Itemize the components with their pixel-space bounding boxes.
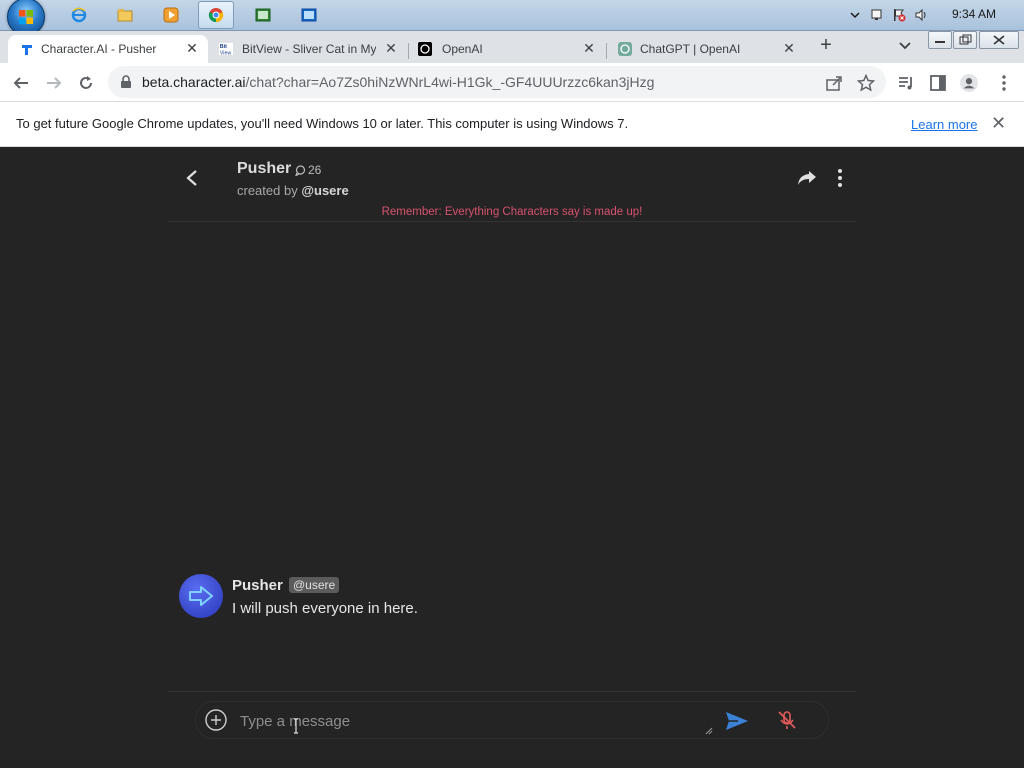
composer-divider — [168, 691, 856, 692]
mic-muted-icon[interactable] — [776, 709, 798, 731]
character-avatar[interactable] — [179, 574, 223, 618]
back-chevron-icon[interactable] — [184, 169, 200, 187]
windows-taskbar: 9:34 AM — [0, 0, 1024, 36]
tab-openai[interactable]: OpenAI ✕ — [409, 35, 605, 63]
lock-icon[interactable] — [120, 75, 132, 89]
push-arrow-icon — [189, 586, 213, 606]
url-path: /chat?char=Ao7Zs0hiNzWNrL4wi-H1Gk_-GF4UU… — [245, 74, 655, 90]
tab-character-ai[interactable]: Character.AI - Pusher ✕ — [8, 35, 208, 63]
tab-strip: Character.AI - Pusher ✕ Bit View BitView … — [0, 31, 1024, 63]
svg-text:View: View — [220, 50, 231, 56]
tab-label: ChatGPT | OpenAI — [640, 42, 741, 56]
tab-label: BitView - Sliver Cat in My — [242, 42, 376, 56]
add-circle-icon[interactable] — [205, 709, 227, 731]
message-composer — [195, 701, 829, 739]
app-icon-2[interactable] — [292, 2, 326, 28]
show-hidden-icons-icon[interactable] — [848, 8, 862, 22]
close-icon — [993, 35, 1005, 45]
text-cursor-icon — [294, 718, 298, 734]
message-input[interactable] — [238, 709, 712, 733]
url-host: beta.character.ai — [142, 74, 246, 90]
action-center-flag-icon[interactable] — [892, 8, 906, 22]
volume-icon[interactable] — [914, 8, 928, 22]
chrome-menu-icon[interactable] — [995, 74, 1013, 92]
resize-grip-icon[interactable] — [705, 727, 713, 735]
bitview-favicon: BitView — [219, 42, 233, 56]
restore-button[interactable] — [953, 31, 977, 49]
chat-page: Pusher 26 created by @usere Remember: Ev… — [0, 147, 1024, 768]
tab-bitview[interactable]: Bit View BitView - Sliver Cat in My ✕ — [209, 35, 407, 63]
chat-count-value: 26 — [308, 163, 322, 177]
tab-close-icon[interactable]: ✕ — [581, 40, 597, 56]
tab-search-chevron-icon[interactable] — [897, 37, 913, 53]
creator-handle[interactable]: @usere — [301, 183, 348, 198]
restore-icon — [959, 34, 972, 45]
infobar-close-icon[interactable]: ✕ — [991, 113, 1006, 134]
disclaimer-text: Remember: Everything Characters say is m… — [381, 206, 643, 218]
chat-bubble-icon — [294, 165, 306, 177]
tab-close-icon[interactable]: ✕ — [781, 40, 797, 56]
chatgpt-favicon — [618, 42, 632, 56]
created-by: created by @usere — [237, 183, 349, 198]
profile-avatar-icon[interactable] — [960, 74, 978, 92]
openai-favicon — [418, 42, 432, 56]
chrome-taskbar-icon[interactable] — [198, 1, 234, 29]
side-panel-icon[interactable] — [929, 74, 947, 92]
browser-toolbar: beta.character.ai/chat?char=Ao7Zs0hiNzWN… — [0, 63, 1024, 102]
learn-more-link[interactable]: Learn more — [911, 117, 977, 132]
reload-icon[interactable] — [77, 74, 95, 92]
share-page-icon[interactable] — [825, 74, 843, 92]
system-tray: 9:34 AM — [834, 0, 1024, 30]
minimize-icon — [935, 41, 945, 43]
share-icon[interactable] — [796, 169, 818, 187]
tab-close-icon[interactable]: ✕ — [383, 40, 399, 56]
app-icon-1[interactable] — [246, 2, 280, 28]
tab-label: OpenAI — [442, 42, 483, 56]
url-text: beta.character.ai/chat?char=Ao7Zs0hiNzWN… — [142, 74, 654, 90]
minimize-button[interactable] — [928, 31, 952, 49]
windows-flag-icon — [19, 10, 33, 24]
network-icon[interactable] — [870, 8, 884, 22]
character-name: Pusher — [237, 160, 292, 177]
file-explorer-icon[interactable] — [108, 2, 142, 28]
created-prefix: created by — [237, 183, 298, 198]
back-arrow-icon[interactable] — [12, 74, 30, 92]
chat-column: Pusher 26 created by @usere Remember: Ev… — [168, 147, 856, 768]
clock[interactable]: 9:34 AM — [952, 7, 996, 21]
forward-arrow-icon[interactable] — [45, 74, 63, 92]
more-options-icon[interactable] — [836, 168, 844, 188]
infobar-message: To get future Google Chrome updates, you… — [16, 116, 629, 131]
bookmark-star-icon[interactable] — [857, 74, 875, 92]
character-ai-favicon — [22, 45, 32, 55]
header-divider — [168, 221, 856, 222]
chrome-update-infobar: To get future Google Chrome updates, you… — [0, 102, 1024, 147]
address-bar[interactable]: beta.character.ai/chat?char=Ao7Zs0hiNzWN… — [108, 66, 886, 98]
media-control-icon[interactable] — [897, 74, 915, 92]
svg-text:Bit: Bit — [220, 44, 227, 50]
close-window-button[interactable] — [979, 31, 1019, 49]
media-player-icon[interactable] — [154, 2, 188, 28]
tab-chatgpt[interactable]: ChatGPT | OpenAI ✕ — [607, 35, 805, 63]
chat-count: 26 — [294, 163, 322, 177]
new-tab-button[interactable]: + — [816, 35, 836, 55]
message-text: I will push everyone in here. — [232, 600, 418, 617]
send-icon[interactable] — [725, 711, 749, 731]
message-row: Pusher @usere I will push everyone in he… — [179, 574, 839, 624]
tab-close-icon[interactable]: ✕ — [184, 40, 200, 56]
author-tag: @usere — [289, 577, 340, 593]
internet-explorer-icon[interactable] — [62, 2, 96, 28]
tab-label: Character.AI - Pusher — [41, 42, 157, 56]
message-author: Pusher — [232, 577, 283, 594]
